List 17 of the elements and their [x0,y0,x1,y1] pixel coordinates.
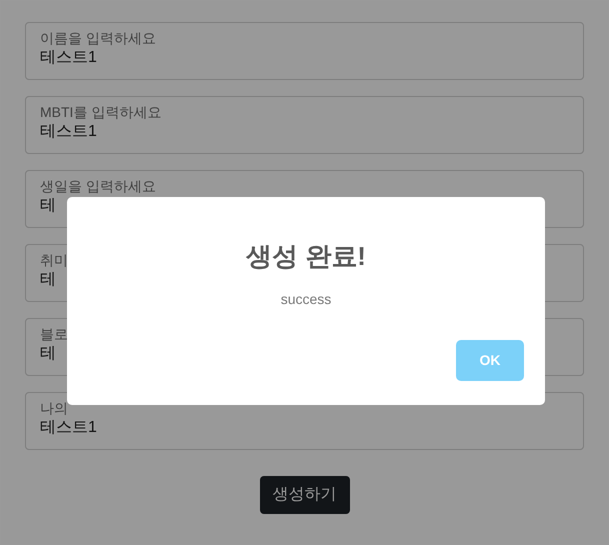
field-value: 테 [40,270,56,290]
field-label: 생일을 입력하세요 [40,177,156,195]
field-label: MBTI를 입력하세요 [40,103,162,121]
field-value: 테스트1 [40,418,97,438]
field-label: 나의 [40,399,68,417]
input-field[interactable]: 이름을 입력하세요 테스트1 [25,22,584,80]
field-label: 이름을 입력하세요 [40,29,156,47]
field-label: 블로 [40,325,68,343]
field-label: 취미 [40,251,68,269]
field-value: 테스트1 [40,122,97,142]
field-value: 테 [40,196,56,216]
field-value: 테 [40,344,56,364]
field-value: 테스트1 [40,48,97,68]
input-field[interactable]: MBTI를 입력하세요 테스트1 [25,96,584,154]
dialog-title: 생성 완료! [246,240,366,273]
dialog-message: success [280,290,332,309]
create-button[interactable]: 생성하기 [260,476,350,514]
